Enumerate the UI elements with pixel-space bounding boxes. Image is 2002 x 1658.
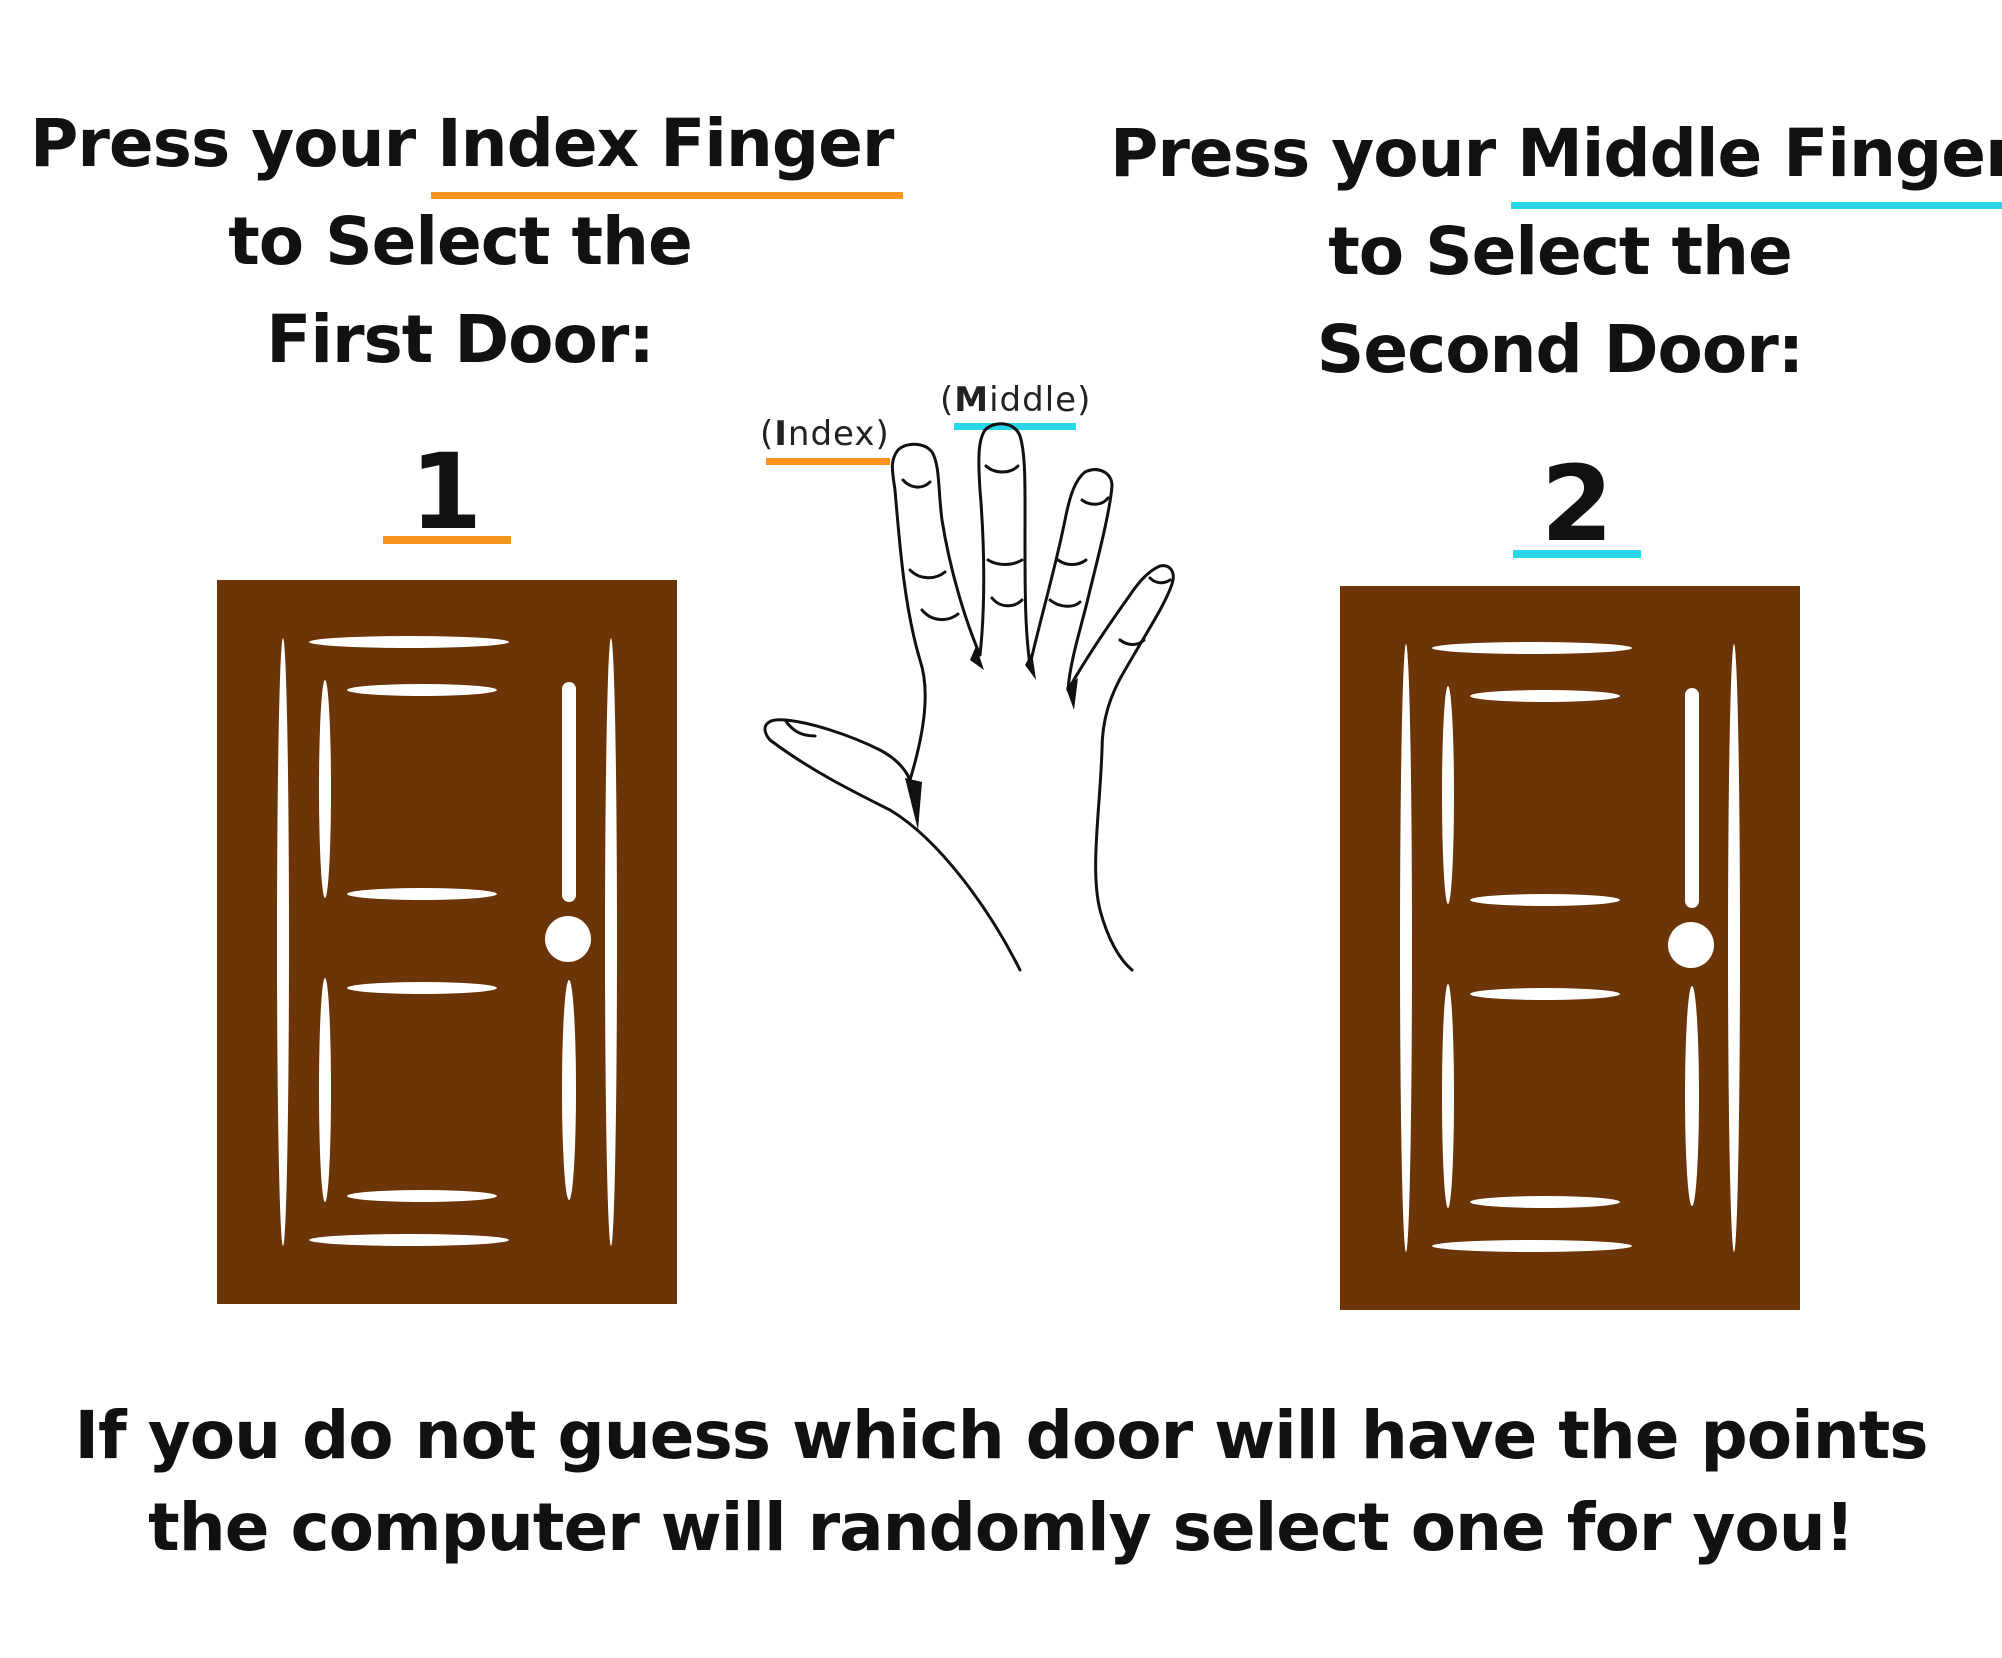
right-instruction-line1: Press your Middle Finger [1110,105,2002,209]
door-1-groove [347,684,497,696]
left-instruction-line2: to Select the [228,203,693,280]
left-prefix-text: Press your [30,105,438,182]
door-2-groove [1685,986,1699,1206]
door-2-groove [1470,690,1620,702]
index-finger-highlight: Index Finger [431,95,904,199]
door-1-groove [309,1234,509,1246]
door-2-groove [1400,644,1412,1252]
door-2[interactable] [1340,586,1800,1310]
note-line2: the computer will randomly select one fo… [148,1489,1855,1566]
door-1-groove [319,680,331,898]
door-2-groove [1470,1196,1620,1208]
door-2-groove [1470,988,1620,1000]
door-1-number: 1 [409,431,483,553]
door-1-groove [277,638,289,1246]
door-2-number-underline [1513,550,1641,558]
door-2-groove [1432,642,1632,654]
door-2-groove [1470,894,1620,906]
door-1-knob[interactable] [545,916,591,962]
door-1-groove [347,982,497,994]
door-2-groove [1432,1240,1632,1252]
note-line1: If you do not guess which door will have… [74,1397,1928,1474]
random-selection-note: If you do not guess which door will have… [0,1390,2002,1574]
door-1-groove [562,980,576,1200]
door-2-groove [1685,688,1699,908]
door-1-groove [562,682,576,902]
left-instruction: Press your Index Finger to Select the Fi… [30,95,904,389]
door-1-groove [309,636,509,648]
right-instruction-line2: to Select the [1328,213,1793,290]
right-instruction: Press your Middle Finger to Select the S… [1110,105,2002,399]
door-2-groove [1442,686,1454,904]
door-2-number: 2 [1540,443,1614,565]
door-2-groove [1728,644,1740,1252]
door-1-groove [319,978,331,1202]
hand-icon [740,370,1280,990]
door-2-groove [1442,984,1454,1208]
door-1-groove [347,1190,497,1202]
door-2-knob[interactable] [1668,922,1714,968]
right-prefix-text: Press your [1110,115,1518,192]
door-1-groove [347,888,497,900]
left-instruction-line1: Press your Index Finger [30,95,904,199]
door-1-number-underline [383,536,511,544]
middle-finger-highlight: Middle Finger [1511,105,2002,209]
door-1-groove [605,638,617,1246]
door-1[interactable] [217,580,677,1304]
